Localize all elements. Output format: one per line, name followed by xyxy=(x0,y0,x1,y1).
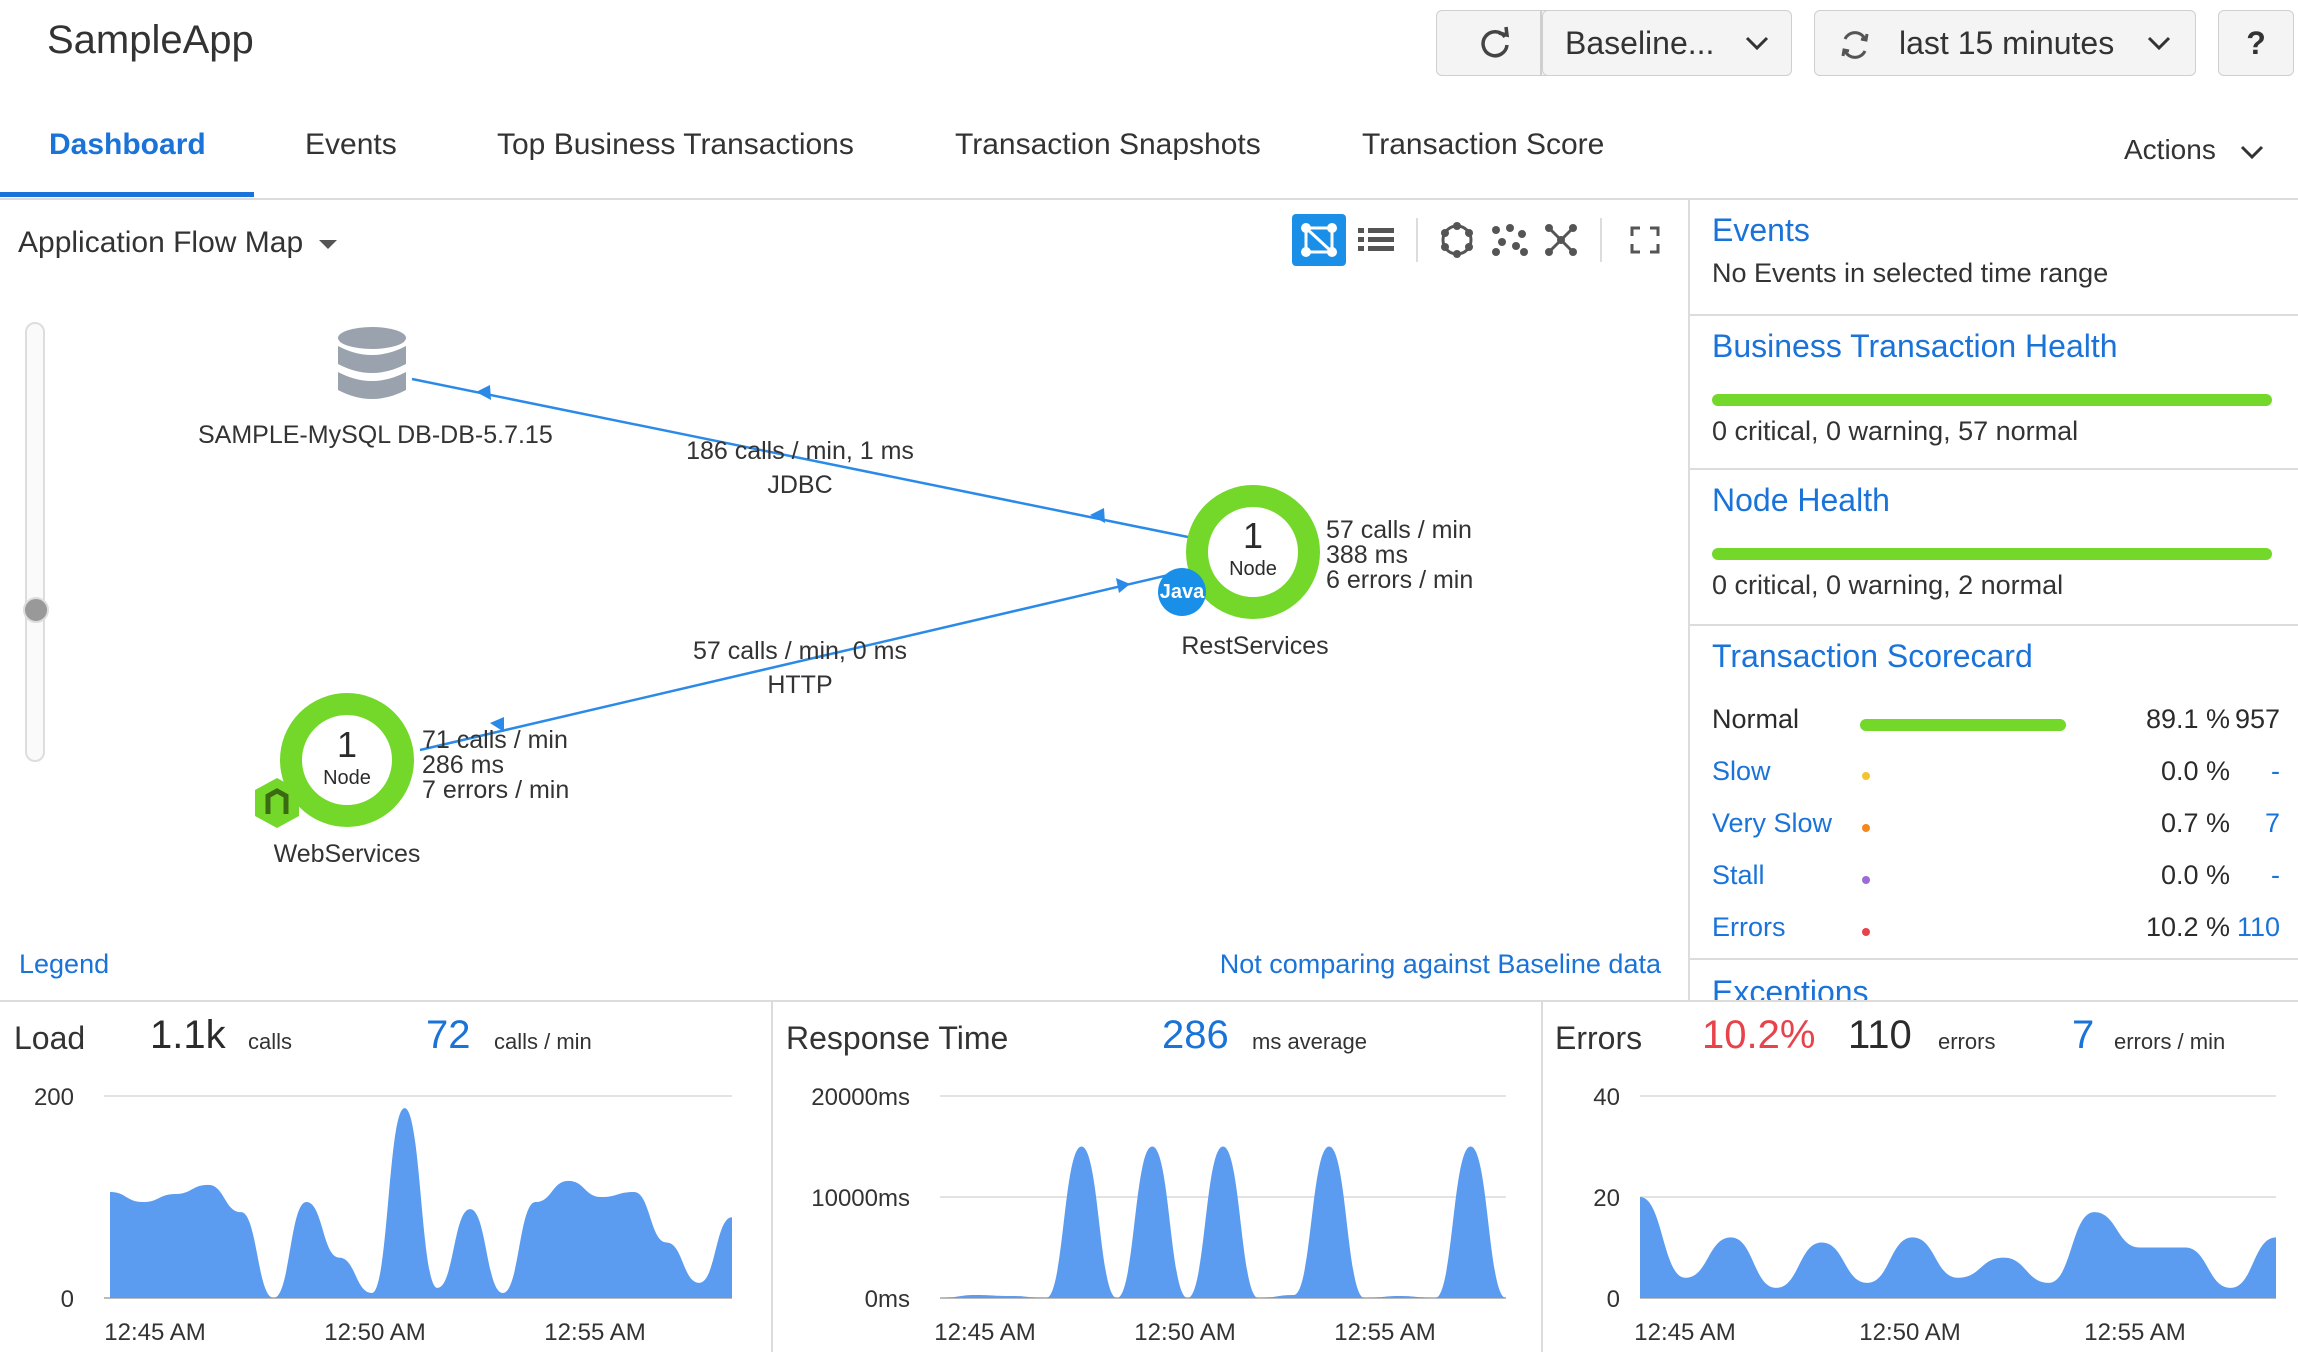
response-time-x-tick-label: 12:45 AM xyxy=(934,1319,1035,1346)
response-time-y-tick-label: 0ms xyxy=(865,1286,910,1313)
load-y-tick-label: 200 xyxy=(34,1084,74,1111)
load-x-tick-label: 12:55 AM xyxy=(544,1319,645,1346)
response-time-area-series[interactable] xyxy=(940,1146,1506,1299)
load-y-tick-label: 0 xyxy=(61,1286,74,1313)
response-time-x-tick-label: 12:50 AM xyxy=(1134,1319,1235,1346)
load-x-tick-label: 12:50 AM xyxy=(324,1319,425,1346)
errors-x-tick-label: 12:45 AM xyxy=(1634,1319,1735,1346)
load-area-series[interactable] xyxy=(110,1108,732,1298)
metric-charts: 200012:45 AM 12:50 AM 12:55 AM20000ms10000… xyxy=(34,1084,2276,1346)
errors-x-tick-label: 12:55 AM xyxy=(2084,1319,2185,1346)
load-x-tick-label: 12:45 AM xyxy=(104,1319,205,1346)
errors-area-series[interactable] xyxy=(1640,1197,2276,1298)
response-time-y-tick-label: 10000ms xyxy=(811,1185,910,1212)
response-time-y-tick-label: 20000ms xyxy=(811,1084,910,1111)
errors-y-tick-label: 40 xyxy=(1593,1084,1620,1111)
errors-y-tick-label: 20 xyxy=(1593,1185,1620,1212)
errors-y-tick-label: 0 xyxy=(1607,1286,1620,1313)
response-time-x-tick-label: 12:55 AM xyxy=(1334,1319,1435,1346)
errors-x-tick-label: 12:50 AM xyxy=(1859,1319,1960,1346)
